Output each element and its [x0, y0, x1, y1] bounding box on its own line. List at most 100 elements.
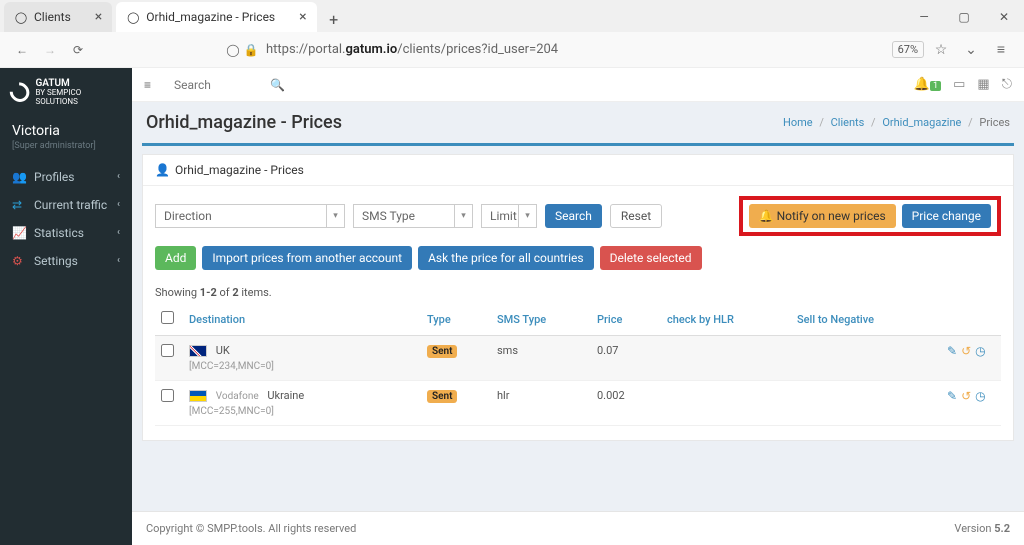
- col-smstype[interactable]: SMS Type: [491, 303, 591, 336]
- sidebar-item-label: Current traffic: [34, 198, 107, 212]
- flag-ua-icon: [189, 390, 207, 402]
- chevron-left-icon: ‹: [117, 255, 120, 266]
- clock-icon[interactable]: ◷: [975, 389, 985, 403]
- bookmark-icon[interactable]: ☆: [928, 42, 954, 58]
- filter-row: Direction ▾ SMS Type ▾ Limit ▾ Search Re…: [143, 186, 1013, 246]
- col-type[interactable]: Type: [421, 303, 491, 336]
- smstype-value: sms: [491, 336, 591, 381]
- price-change-button[interactable]: Price change: [902, 204, 991, 228]
- edit-icon[interactable]: ✎: [947, 344, 957, 358]
- table-summary: Showing 1-2 of 2 items.: [143, 280, 1013, 303]
- url-host: gatum.io: [345, 42, 397, 57]
- type-badge: Sent: [427, 345, 457, 358]
- table-row: UK [MCC=234,MNC=0] Sent sms 0.07 ✎ ↺ ◷: [155, 336, 1001, 381]
- col-destination[interactable]: Destination: [183, 303, 421, 336]
- price-value: 0.07: [591, 336, 661, 381]
- col-hlr[interactable]: check by HLR: [661, 303, 791, 336]
- global-search[interactable]: 🔍: [174, 78, 285, 92]
- operator: Vodafone: [216, 391, 259, 402]
- user-icon: 👤: [155, 163, 170, 177]
- browser-tab-clients[interactable]: ◯ Clients ×: [4, 2, 112, 32]
- chevron-left-icon: ‹: [117, 199, 120, 210]
- action-row: Add Import prices from another account A…: [143, 246, 1013, 280]
- url-bar[interactable]: ◯ 🔒 https://portal.gatum.io/clients/pric…: [224, 42, 880, 57]
- panel-header: 👤 Orhid_magazine - Prices: [143, 155, 1013, 186]
- history-icon[interactable]: ↺: [961, 344, 971, 358]
- sidebar-item-traffic[interactable]: ⇄ Current traffic ‹: [0, 191, 132, 219]
- add-button[interactable]: Add: [155, 246, 196, 270]
- delete-button[interactable]: Delete selected: [600, 246, 702, 270]
- col-sell[interactable]: Sell to Negative: [791, 303, 941, 336]
- select-label: Direction: [164, 209, 212, 223]
- direction-select[interactable]: Direction ▾: [155, 204, 345, 228]
- crumb-client[interactable]: Orhid_magazine: [882, 116, 961, 129]
- lock-icon[interactable]: 🔒: [242, 43, 260, 57]
- new-tab-button[interactable]: +: [321, 6, 347, 32]
- close-icon[interactable]: ×: [299, 9, 306, 25]
- exchange-icon: ⇄: [12, 198, 28, 212]
- shield-icon[interactable]: ◯: [224, 43, 242, 57]
- tab-favicon: ◯: [14, 10, 28, 24]
- destination-meta: [MCC=234,MNC=0]: [189, 361, 415, 372]
- logout-icon[interactable]: ⎋: [1002, 77, 1012, 92]
- search-button[interactable]: Search: [545, 204, 602, 228]
- caret-icon: ▾: [518, 205, 536, 227]
- minimize-icon[interactable]: —: [904, 2, 944, 32]
- pocket-icon[interactable]: ⌄: [958, 42, 984, 58]
- destination: UK: [216, 344, 230, 357]
- sidebar-item-statistics[interactable]: 📈 Statistics ‹: [0, 219, 132, 247]
- crumb-clients[interactable]: Clients: [831, 116, 865, 129]
- select-label: Limit: [490, 209, 517, 223]
- users-icon: 👥: [12, 170, 28, 184]
- zoom-level[interactable]: 67%: [892, 41, 924, 58]
- url-text: https://portal.gatum.io/clients/prices?i…: [266, 42, 558, 57]
- window-controls: — ▢ ✕: [904, 2, 1024, 32]
- clock-icon[interactable]: ◷: [975, 344, 985, 358]
- history-icon[interactable]: ↺: [961, 389, 971, 403]
- sidebar-item-settings[interactable]: ⚙ Settings ‹: [0, 247, 132, 275]
- tab-favicon: ◯: [126, 10, 140, 24]
- chart-icon: 📈: [12, 226, 28, 240]
- tab-title: Clients: [34, 10, 71, 24]
- brand-text: GATUM BY SEMPICO SOLUTIONS: [35, 78, 122, 107]
- limit-select[interactable]: Limit ▾: [481, 204, 537, 228]
- hamburger-icon[interactable]: ≡: [144, 78, 160, 92]
- menu-icon[interactable]: ≡: [988, 41, 1014, 58]
- sidebar-item-profiles[interactable]: 👥 Profiles ‹: [0, 163, 132, 191]
- reset-button[interactable]: Reset: [610, 204, 662, 228]
- caret-icon: ▾: [326, 205, 344, 227]
- reload-button[interactable]: ⟳: [66, 38, 90, 62]
- ask-price-button[interactable]: Ask the price for all countries: [418, 246, 594, 270]
- notification-icon[interactable]: 🔔1: [914, 77, 941, 92]
- edit-icon[interactable]: ✎: [947, 389, 957, 403]
- prices-table: Destination Type SMS Type Price check by…: [155, 303, 1001, 426]
- sidebar-item-label: Statistics: [34, 226, 84, 240]
- col-price[interactable]: Price: [591, 303, 661, 336]
- brand-logo: [6, 78, 34, 106]
- search-input[interactable]: [174, 78, 264, 92]
- smstype-select[interactable]: SMS Type ▾: [353, 204, 473, 228]
- import-button[interactable]: Import prices from another account: [202, 246, 412, 270]
- row-checkbox[interactable]: [161, 389, 174, 402]
- back-button[interactable]: ←: [10, 38, 34, 62]
- select-label: SMS Type: [362, 209, 415, 223]
- apps-icon[interactable]: ▦: [977, 77, 989, 92]
- flag-icon[interactable]: ▭: [953, 77, 965, 92]
- forward-button[interactable]: →: [38, 38, 62, 62]
- crumb-home[interactable]: Home: [783, 116, 813, 129]
- notify-button[interactable]: 🔔Notify on new prices: [749, 204, 896, 228]
- browser-tab-active[interactable]: ◯ Orhid_magazine - Prices ×: [116, 2, 316, 32]
- caret-icon: ▾: [454, 205, 472, 227]
- topbar: ≡ 🔍 🔔1 ▭ ▦ ⎋: [132, 68, 1024, 102]
- row-checkbox[interactable]: [161, 344, 174, 357]
- search-icon[interactable]: 🔍: [270, 78, 285, 92]
- browser-addressbar: ← → ⟳ ◯ 🔒 https://portal.gatum.io/client…: [0, 32, 1024, 68]
- maximize-icon[interactable]: ▢: [944, 2, 984, 32]
- destination: Ukraine: [267, 389, 304, 402]
- brand: GATUM BY SEMPICO SOLUTIONS: [0, 74, 132, 115]
- select-all-checkbox[interactable]: [161, 311, 174, 324]
- chevron-left-icon: ‹: [117, 227, 120, 238]
- url-path: /clients/prices?id_user=204: [397, 42, 558, 57]
- close-icon[interactable]: ×: [95, 9, 102, 25]
- close-window-icon[interactable]: ✕: [984, 2, 1024, 32]
